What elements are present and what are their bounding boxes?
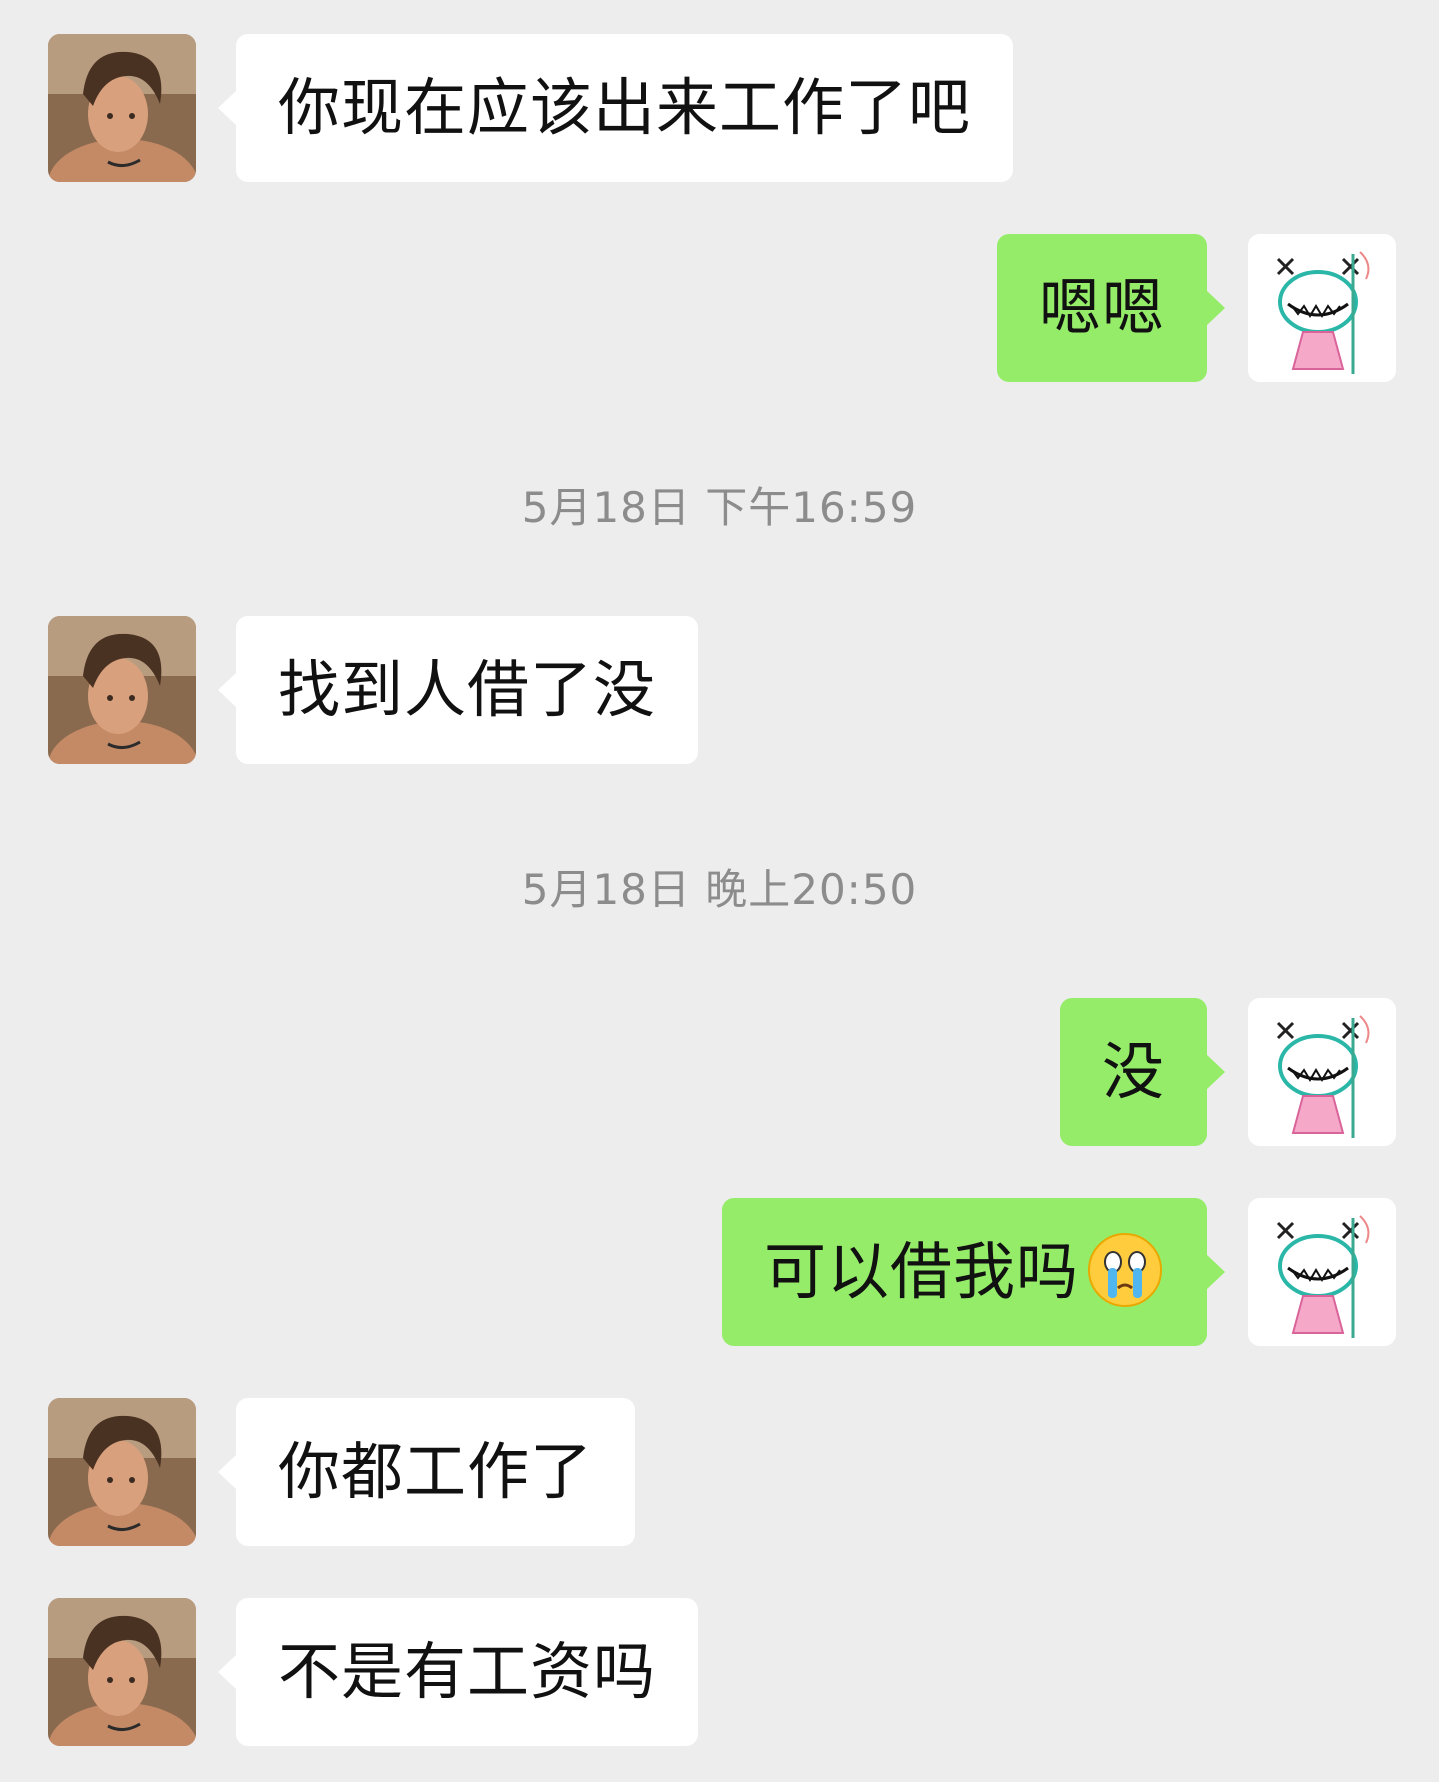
self-avatar-image bbox=[1248, 998, 1396, 1146]
message-text: 你都工作了 bbox=[278, 1435, 594, 1508]
contact-avatar-image bbox=[48, 1598, 196, 1746]
chat-window[interactable]: 你现在应该出来工作了吧 嗯嗯 5月18日 下午16:59 找到人借了没 5月18… bbox=[0, 0, 1439, 1782]
contact-avatar[interactable] bbox=[48, 1398, 196, 1546]
self-avatar[interactable] bbox=[1248, 234, 1396, 382]
self-avatar[interactable] bbox=[1248, 998, 1396, 1146]
self-avatar-image bbox=[1248, 1198, 1396, 1346]
contact-avatar[interactable] bbox=[48, 616, 196, 764]
message-text: 你现在应该出来工作了吧 bbox=[278, 71, 972, 144]
contact-avatar[interactable] bbox=[48, 34, 196, 182]
incoming-message-bubble[interactable]: 不是有工资吗 bbox=[217, 1598, 699, 1746]
incoming-message-bubble[interactable]: 你都工作了 bbox=[217, 1398, 636, 1546]
self-avatar-image bbox=[1248, 234, 1396, 382]
timestamp: 5月18日 下午16:59 bbox=[521, 483, 918, 532]
outgoing-message-bubble[interactable]: 没 bbox=[1059, 998, 1226, 1146]
incoming-message-bubble[interactable]: 你现在应该出来工作了吧 bbox=[217, 34, 1014, 182]
outgoing-message-bubble[interactable]: 可以借我吗 bbox=[721, 1198, 1226, 1346]
outgoing-message-bubble[interactable]: 嗯嗯 bbox=[996, 234, 1226, 382]
contact-avatar[interactable] bbox=[48, 1598, 196, 1746]
incoming-message-bubble[interactable]: 找到人借了没 bbox=[217, 616, 699, 764]
self-avatar[interactable] bbox=[1248, 1198, 1396, 1346]
message-text: 不是有工资吗 bbox=[278, 1635, 657, 1708]
message-text: 没 bbox=[1101, 1035, 1165, 1108]
timestamp: 5月18日 晚上20:50 bbox=[521, 865, 918, 914]
contact-avatar-image bbox=[48, 34, 196, 182]
contact-avatar-image bbox=[48, 1398, 196, 1546]
contact-avatar-image bbox=[48, 616, 196, 764]
message-text: 嗯嗯 bbox=[1038, 271, 1165, 344]
message-text: 找到人借了没 bbox=[278, 653, 657, 726]
crying-face-icon bbox=[1085, 1230, 1165, 1310]
message-text: 可以借我吗 bbox=[763, 1235, 1079, 1308]
